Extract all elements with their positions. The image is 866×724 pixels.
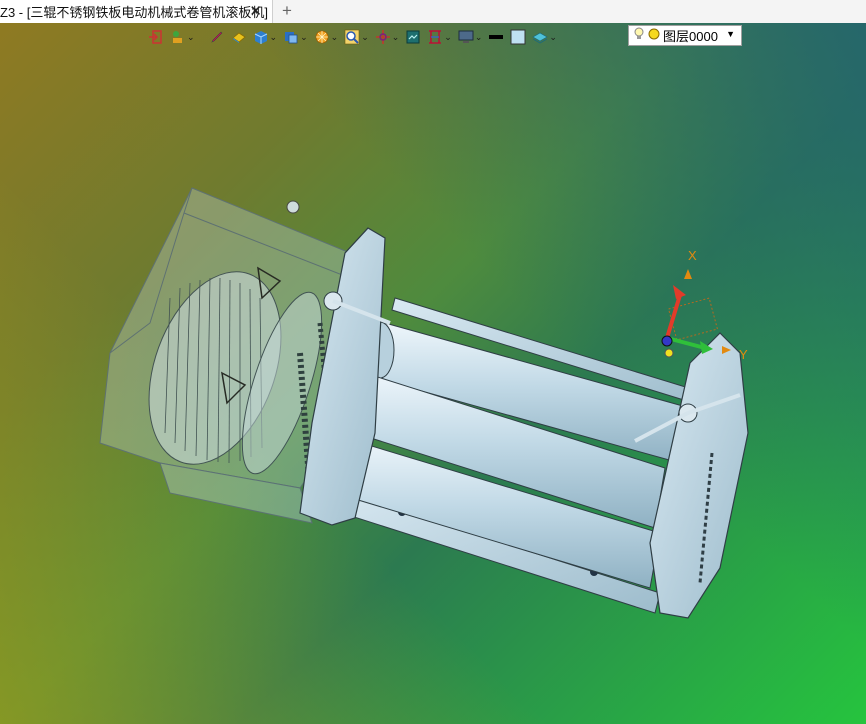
axis-triad: X Y <box>661 248 748 362</box>
shape-icon[interactable] <box>231 29 247 45</box>
exit-icon[interactable] <box>148 29 164 45</box>
selection-filter-icon[interactable]: ⌄ <box>170 29 195 45</box>
layer-color-icon[interactable] <box>648 28 660 43</box>
pen-icon[interactable] <box>209 29 225 45</box>
view-cube-icon[interactable]: ⌄ <box>283 29 308 45</box>
grid-icon[interactable]: ⌄ <box>427 29 452 45</box>
layer-stack-icon[interactable]: ⌄ <box>532 29 557 45</box>
solid-box-icon[interactable]: ⌄ <box>253 29 277 45</box>
layer-selector[interactable]: 图层0000 ▼ <box>628 25 742 46</box>
document-tab-bar: Z3 - [三辊不锈钢铁板电动机械式卷管机滚板机] ✕ + <box>0 0 866 24</box>
zoom-icon[interactable]: ⌄ <box>344 29 369 45</box>
document-tab-title: Z3 - [三辊不锈钢铁板电动机械式卷管机滚板机] <box>0 5 268 20</box>
3d-model-view: X Y <box>99 187 749 619</box>
layer-name: 图层0000 <box>663 29 718 44</box>
axis-y-label: Y <box>739 347 748 362</box>
close-icon[interactable]: ✕ <box>249 2 262 20</box>
new-tab-button[interactable]: + <box>282 1 292 21</box>
document-tab[interactable]: Z3 - [三辊不锈钢铁板电动机械式卷管机滚板机] ✕ <box>0 0 273 23</box>
orient-icon[interactable]: ⌄ <box>375 29 399 45</box>
render-icon[interactable]: ⌄ <box>314 29 338 45</box>
monitor-icon[interactable]: ⌄ <box>458 29 482 45</box>
line-style-icon[interactable] <box>488 29 504 45</box>
axis-x-label: X <box>688 248 697 263</box>
dropdown-arrow-icon[interactable]: ▼ <box>726 29 735 39</box>
view-toolbar: ⌄ ⌄ ⌄ ⌄ ⌄ ⌄ ⌄ ⌄ ⌄ <box>148 26 557 48</box>
color-swatch-icon[interactable] <box>510 29 526 45</box>
lightbulb-icon[interactable] <box>633 27 645 44</box>
snapshot-icon[interactable] <box>405 29 421 45</box>
